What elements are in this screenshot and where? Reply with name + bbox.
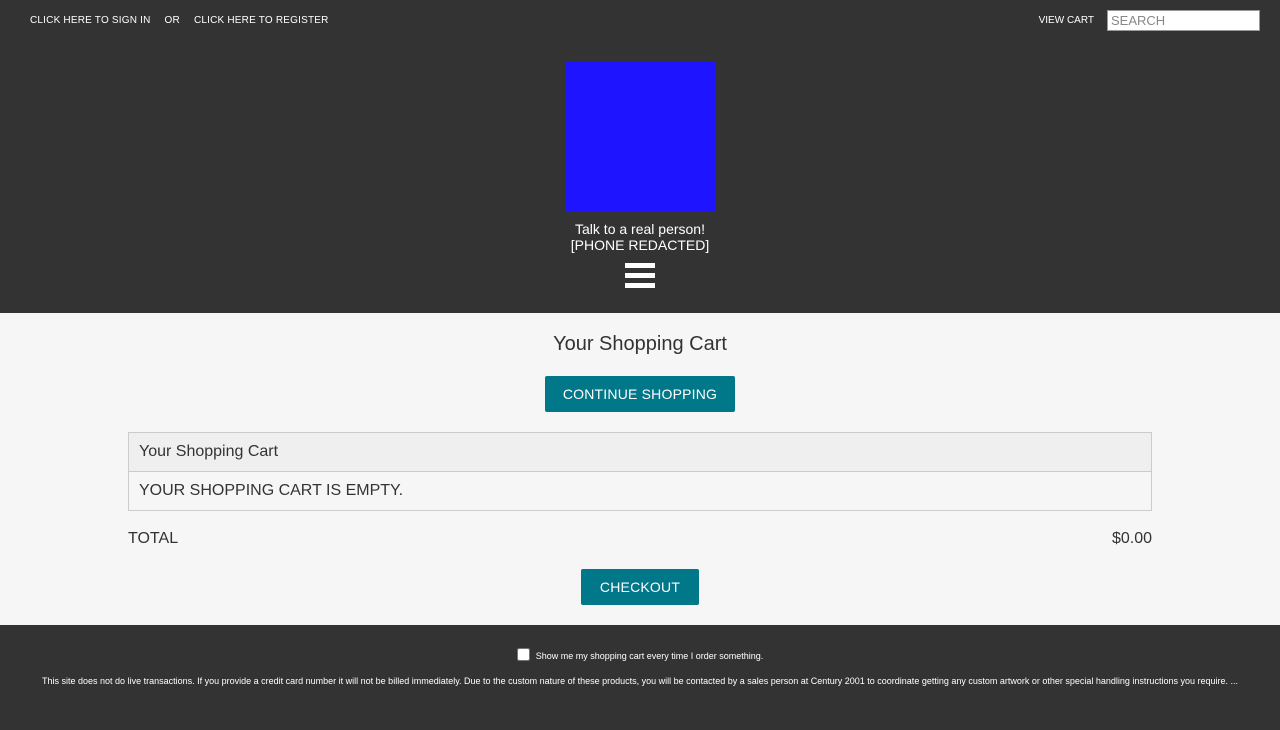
- transaction-disclaimer: This site does not do live transactions.…: [42, 676, 1238, 686]
- page-title: Your Shopping Cart: [553, 333, 727, 355]
- cart-search-bar: VIEW CART: [1039, 10, 1260, 31]
- cart-page: Your Shopping Cart CONTINUE SHOPPING You…: [0, 313, 1280, 625]
- total-label: TOTAL: [128, 530, 179, 547]
- account-links: CLICK HERE TO SIGN IN OR CLICK HERE TO R…: [30, 15, 329, 26]
- sign-in-link[interactable]: CLICK HERE TO SIGN IN: [30, 15, 151, 26]
- show-cart-option: Show me my shopping cart every time I or…: [0, 648, 1280, 661]
- cart-table-header: Your Shopping Cart: [128, 432, 1152, 472]
- or-separator: OR: [164, 15, 180, 26]
- checkout-button[interactable]: CHECKOUT: [581, 569, 699, 605]
- show-cart-checkbox[interactable]: [516, 648, 530, 661]
- empty-cart-message: YOUR SHOPPING CART IS EMPTY.: [128, 471, 1152, 511]
- register-link[interactable]: CLICK HERE TO REGISTER: [194, 15, 329, 26]
- total-row: TOTAL $0.00: [128, 530, 1152, 548]
- hamburger-menu-icon[interactable]: [625, 263, 655, 288]
- contact-tagline: Talk to a real person!: [575, 221, 705, 237]
- contact-info: Talk to a real person! [PHONE REDACTED]: [0, 221, 1280, 253]
- search-input[interactable]: [1107, 10, 1260, 31]
- table-header-row: Your Shopping Cart: [128, 432, 1152, 472]
- table-row: YOUR SHOPPING CART IS EMPTY.: [128, 471, 1152, 511]
- cart-table: Your Shopping Cart YOUR SHOPPING CART IS…: [128, 432, 1152, 511]
- show-cart-label: Show me my shopping cart every time I or…: [535, 651, 764, 661]
- continue-shopping-button[interactable]: CONTINUE SHOPPING: [545, 376, 735, 412]
- total-value: $0.00: [1111, 530, 1152, 547]
- site-header: CLICK HERE TO SIGN IN OR CLICK HERE TO R…: [0, 0, 1280, 313]
- site-footer: Show me my shopping cart every time I or…: [0, 625, 1280, 730]
- site-logo[interactable]: [565, 61, 715, 211]
- contact-phone: [PHONE REDACTED]: [570, 237, 710, 253]
- view-cart-link[interactable]: VIEW CART: [1039, 15, 1094, 26]
